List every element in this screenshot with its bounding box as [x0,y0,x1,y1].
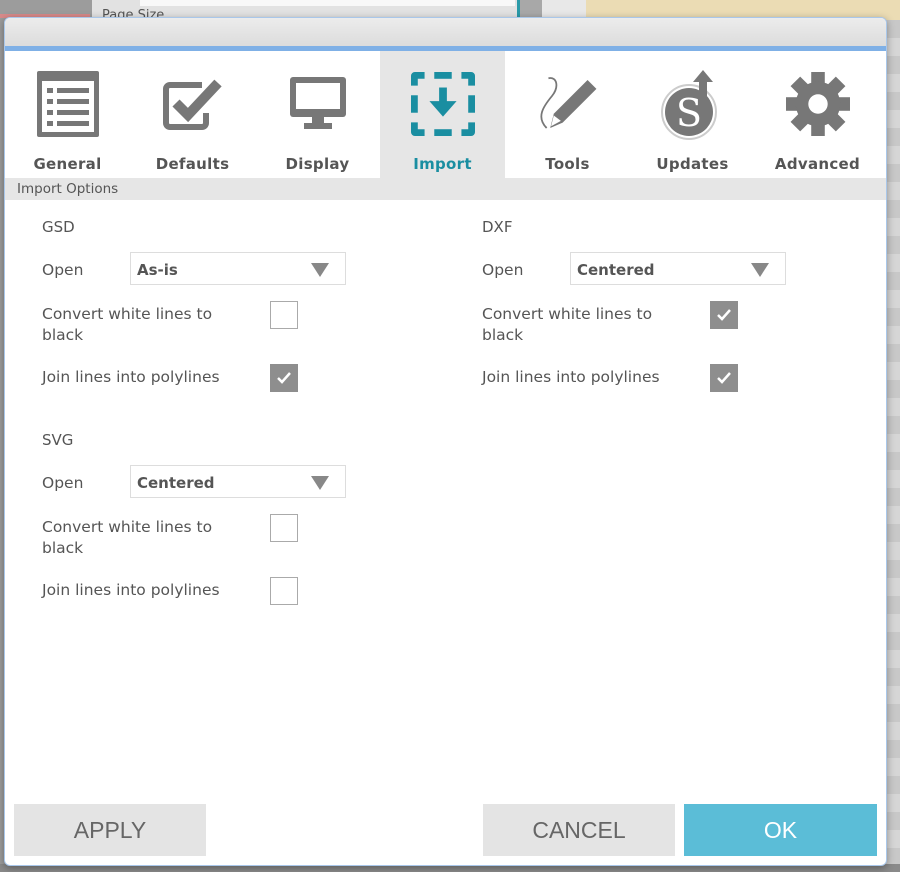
open-label: Open [42,261,84,279]
open-label: Open [42,474,84,492]
preferences-tabs: General Defaults Display Import Tools S … [5,51,886,178]
select-value: Centered [577,261,655,279]
tab-advanced[interactable]: Advanced [755,51,880,178]
svg-join-checkbox[interactable] [270,577,298,605]
svg-convert-checkbox[interactable] [270,514,298,542]
tab-general[interactable]: General [5,51,130,178]
checkmark-icon [717,309,731,321]
svg-open-select[interactable]: Centered [130,465,346,498]
convert-label: Convert white lines to black [42,305,213,344]
tab-updates[interactable]: S Updates [630,51,755,178]
join-label: Join lines into polylines [482,368,660,386]
tab-tools[interactable]: Tools [505,51,630,178]
tab-label: Import [413,155,472,173]
dxf-join-checkbox[interactable] [710,364,738,392]
ok-button[interactable]: OK [684,804,877,856]
import-options-content: GSD Open As-is Convert white lines to bl… [5,200,886,800]
tab-display[interactable]: Display [255,51,380,178]
tab-label: Updates [656,155,729,173]
select-value: Centered [137,474,215,492]
select-value: As-is [137,261,178,279]
group-title: SVG [42,431,74,449]
list-document-icon [36,69,100,139]
open-label: Open [482,261,524,279]
tab-label: Tools [545,155,590,173]
import-download-icon [411,69,475,139]
chevron-down-icon [311,476,329,490]
tab-defaults[interactable]: Defaults [130,51,255,178]
checkbox-check-icon [161,69,225,139]
apply-button[interactable]: APPLY [14,804,206,856]
background-page-field [140,0,515,6]
group-title: GSD [42,218,75,236]
gsd-open-select[interactable]: As-is [130,252,346,285]
monitor-icon [286,69,350,139]
dxf-open-select[interactable]: Centered [570,252,786,285]
preferences-dialog: General Defaults Display Import Tools S … [4,17,887,866]
join-label: Join lines into polylines [42,581,220,599]
svg-text:S: S [676,91,702,135]
group-title: DXF [482,218,513,236]
tab-import[interactable]: Import [380,51,505,178]
pencil-icon [536,69,600,139]
checkmark-icon [717,372,731,384]
checkmark-icon [277,372,291,384]
gear-icon [786,69,850,139]
chevron-down-icon [311,263,329,277]
join-label: Join lines into polylines [42,368,220,386]
convert-label: Convert white lines to black [42,518,213,557]
cancel-button[interactable]: CANCEL [483,804,675,856]
tab-label: Advanced [774,155,861,173]
gsd-join-checkbox[interactable] [270,364,298,392]
silhouette-update-icon: S [661,69,725,140]
convert-label: Convert white lines to black [482,305,653,344]
gsd-convert-checkbox[interactable] [270,301,298,329]
tab-label: Display [285,155,350,173]
chevron-down-icon [751,263,769,277]
dialog-titlebar[interactable] [5,18,886,51]
tab-label: General [33,155,102,173]
tab-label: Defaults [155,155,230,173]
dxf-convert-checkbox[interactable] [710,301,738,329]
section-header: Import Options [5,178,886,200]
